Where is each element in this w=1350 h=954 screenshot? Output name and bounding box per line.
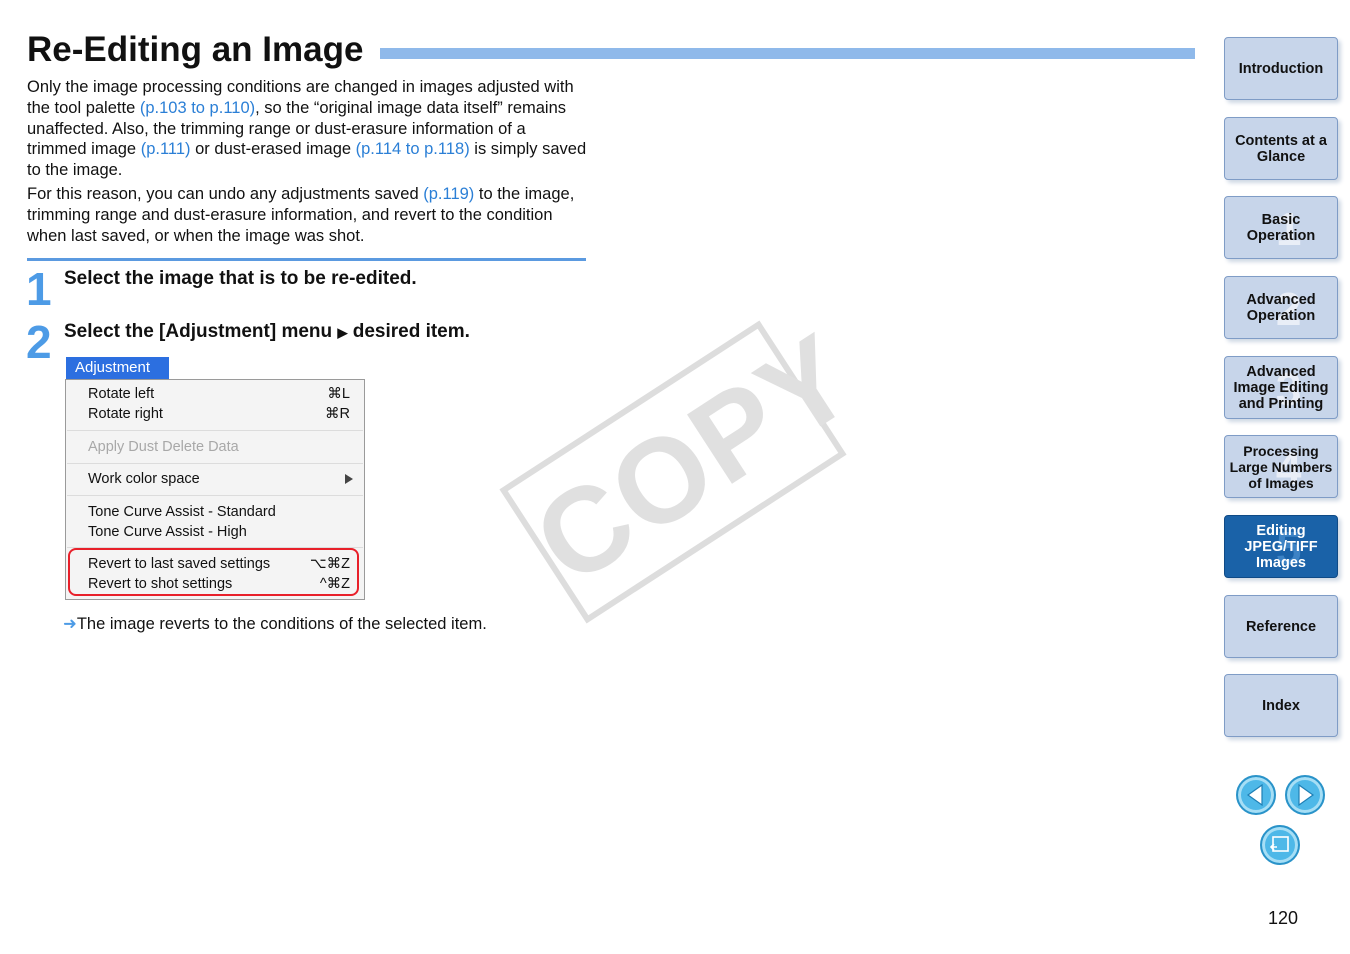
- nav-basic-operation[interactable]: 1 Basic Operation: [1224, 196, 1338, 259]
- intro-text-span: or dust-erased image: [190, 140, 356, 159]
- nav-label: Contents at a Glance: [1235, 132, 1327, 165]
- menu-arrow-icon: ▶: [337, 325, 348, 340]
- menu-item-rotate-right[interactable]: Rotate right ⌘R: [88, 404, 350, 424]
- nav-label: Introduction: [1238, 60, 1324, 77]
- nav-label: Processing Large Numbers of Images: [1229, 442, 1333, 491]
- link-p114[interactable]: (p.114 to p.118): [356, 140, 470, 158]
- return-button[interactable]: [1260, 825, 1300, 865]
- link-p119[interactable]: (p.119): [423, 185, 474, 203]
- menu-item-tone-curve-standard[interactable]: Tone Curve Assist - Standard: [88, 502, 350, 522]
- menu-item-label: Tone Curve Assist - High: [88, 524, 247, 540]
- menu-item-shortcut: ⌘L: [327, 386, 350, 402]
- step-2-text-b: desired item.: [347, 321, 470, 342]
- result-text-label: The image reverts to the conditions of t…: [76, 615, 487, 633]
- link-p111[interactable]: (p.111): [141, 140, 191, 158]
- menu-item-rotate-left[interactable]: Rotate left ⌘L: [88, 384, 350, 404]
- adjustment-menu: Rotate left ⌘L Rotate right ⌘R Apply Dust …: [65, 379, 365, 600]
- nav-reference[interactable]: Reference: [1224, 595, 1338, 658]
- nav-label: Reference: [1245, 618, 1317, 635]
- nav-advanced-operation[interactable]: 2 Advanced Operation: [1224, 276, 1338, 339]
- adjustment-menu-tab[interactable]: Adjustment: [66, 357, 169, 379]
- result-text: ➜The image reverts to the conditions of …: [63, 614, 487, 634]
- menu-item-work-color-space[interactable]: Work color space: [88, 469, 353, 489]
- result-arrow-icon: ➜: [63, 615, 77, 633]
- section-divider: [27, 258, 586, 261]
- link-p103[interactable]: (p.103 to p.110): [140, 99, 255, 117]
- highlight-box: [68, 548, 359, 596]
- menu-item-shortcut: ⌘R: [325, 406, 350, 422]
- menu-item-apply-dust-delete-data: Apply Dust Delete Data: [88, 437, 350, 457]
- intro-paragraph-2: For this reason, you can undo any adjust…: [27, 184, 587, 246]
- menu-separator: [67, 463, 363, 464]
- intro-paragraph-1: Only the image processing conditions are…: [27, 77, 587, 181]
- intro-text-span: For this reason, you can undo any adjust…: [27, 184, 424, 203]
- step-2-text-a: Select the [Adjustment] menu: [64, 321, 333, 342]
- menu-item-label: Work color space: [88, 471, 200, 487]
- previous-page-button[interactable]: [1236, 775, 1276, 815]
- menu-item-label: Rotate left: [88, 386, 155, 402]
- return-icon: [1269, 836, 1289, 852]
- page-number: 120: [1268, 908, 1299, 928]
- menu-item-label: Rotate right: [88, 406, 163, 422]
- title-underline-bar: [380, 48, 1195, 59]
- nav-editing-jpeg-tiff[interactable]: 5 Editing JPEG/TIFF Images: [1224, 515, 1338, 578]
- nav-label: Advanced Operation: [1246, 291, 1316, 324]
- nav-index[interactable]: Index: [1224, 674, 1338, 737]
- nav-advanced-image-editing[interactable]: 3 Advanced Image Editing and Printing: [1224, 356, 1338, 419]
- nav-label: Editing JPEG/TIFF Images: [1244, 522, 1318, 571]
- menu-item-label: Apply Dust Delete Data: [88, 439, 239, 455]
- nav-label: Index: [1262, 697, 1300, 714]
- menu-item-label: Tone Curve Assist - Standard: [88, 504, 276, 520]
- nav-introduction[interactable]: Introduction: [1224, 37, 1338, 100]
- nav-label: Advanced Image Editing and Printing: [1233, 363, 1329, 412]
- menu-item-tone-curve-high[interactable]: Tone Curve Assist - High: [88, 522, 350, 542]
- arrow-right-icon: [1298, 783, 1315, 807]
- submenu-arrow-icon: [345, 474, 353, 484]
- step-1-text: Select the image that is to be re-edited…: [64, 268, 417, 289]
- intro-text: Only the image processing conditions are…: [27, 77, 587, 249]
- next-page-button[interactable]: [1285, 775, 1325, 815]
- page-title: Re-Editing an Image: [27, 30, 364, 69]
- nav-label: Basic Operation: [1246, 211, 1316, 244]
- menu-separator: [67, 495, 363, 496]
- step-2-number: 2: [26, 316, 52, 368]
- arrow-left-icon: [1246, 783, 1263, 807]
- step-1-number: 1: [26, 263, 52, 315]
- menu-separator: [67, 430, 363, 431]
- nav-contents-at-a-glance[interactable]: Contents at a Glance: [1224, 117, 1338, 180]
- nav-processing-large-numbers[interactable]: 4 Processing Large Numbers of Images: [1224, 435, 1338, 498]
- step-2-text: Select the [Adjustment] menu ▶ desired i…: [64, 321, 470, 343]
- copy-watermark: COPY: [499, 308, 877, 624]
